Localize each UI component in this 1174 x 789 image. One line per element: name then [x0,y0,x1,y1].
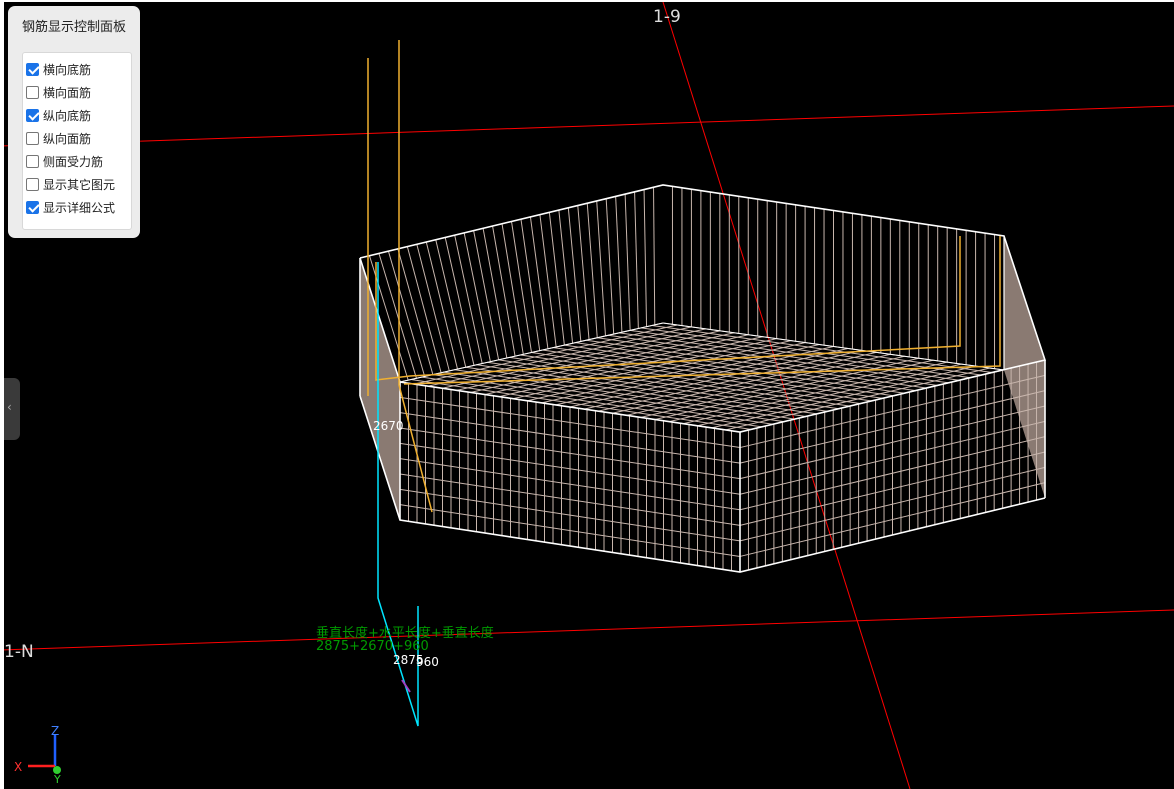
right-face-rebar [1004,236,1045,498]
back-wall-rebar [634,191,639,329]
back-wall-rebar [596,200,606,336]
option-label-3: 纵向面筋 [43,131,92,146]
back-wall-rebar [406,246,442,373]
chevron-left-icon: ‹ [7,400,12,414]
back-wall-rebar [548,212,565,346]
back-wall-rebar [501,223,524,355]
back-wall-rebar [624,194,631,331]
back-wall-rebar [511,221,532,353]
option-label-4: 侧面受力筋 [43,154,104,169]
option-label-0: 横向底筋 [43,62,92,77]
dimension-label-2670: 2670 [373,419,404,433]
back-wall-rebar [387,251,426,377]
option-label-2: 纵向底筋 [43,108,92,123]
3d-viewport[interactable]: 1-9 1-N 2670 2875 960 垂直长度+水平长度+垂直长度 2875+2670… [4,2,1174,789]
option-checkbox-2[interactable] [26,108,39,122]
option-row-4[interactable]: 侧面受力筋 [26,151,103,171]
axis-label-1-N: 1-N [4,642,34,662]
option-label-1: 横向面筋 [43,85,92,100]
back-wall-rebar [435,239,467,368]
rebar-3d-scene[interactable]: 1-91-N26702875960垂直长度+水平长度+垂直长度2875+2670… [4,2,1174,789]
gizmo-y-label: Y [53,773,61,786]
selected-rebar-marker [401,679,411,693]
option-checkbox-5[interactable] [26,177,39,191]
gizmo-x-label: X [14,760,22,774]
back-wall-rebar [653,187,656,325]
option-label-6: 显示详细公式 [43,200,116,215]
option-row-0[interactable]: 横向底筋 [26,59,91,79]
option-label-5: 显示其它图元 [43,177,116,192]
back-wall-rebar [643,189,648,327]
option-row-6[interactable]: 显示详细公式 [26,197,115,217]
back-wall-rebar [397,248,434,375]
back-wall-rebar [539,214,557,348]
dimension-label-960: 960 [416,655,439,669]
option-checkbox-4[interactable] [26,154,39,168]
option-row-3[interactable]: 纵向面筋 [26,128,91,148]
option-checkbox-1[interactable] [26,85,39,99]
option-row-1[interactable]: 横向面筋 [26,82,91,102]
collapse-panel-tab[interactable]: ‹ [4,378,20,440]
highlight-rebar [403,236,1001,385]
axis-label-1-9: 1-9 [653,7,681,27]
panel-options: 横向底筋横向面筋纵向底筋纵向面筋侧面受力筋显示其它图元 显示详细公式 [22,52,132,230]
back-wall-rebar [586,203,598,338]
option-checkbox-0[interactable] [26,62,39,76]
rebar-display-control-panel: 钢筋显示控制面板 横向底筋横向面筋纵向底筋纵向面筋侧面受力筋显示其它图元 显示详细… [8,6,140,238]
back-wall-rebar [615,196,623,333]
gizmo-z-label: Z [51,724,59,738]
back-wall-rebar [416,244,450,372]
option-checkbox-3[interactable] [26,131,39,145]
back-wall-rebar [492,225,516,357]
back-wall-rebar [529,216,549,349]
axis-line-horizontal-bottom [4,609,1174,651]
option-checkbox-6[interactable] [26,200,39,214]
panel-title: 钢筋显示控制面板 [21,20,126,35]
back-wall-rebar [520,219,541,351]
formula-values: 2875+2670+960 [316,639,429,654]
axis-line-horizontal-top [4,105,1174,147]
slab-top-outline [359,184,1047,433]
option-row-2[interactable]: 纵向底筋 [26,105,91,125]
back-wall-rebar [577,205,590,340]
back-wall-rebar [605,198,615,335]
option-row-5[interactable]: 显示其它图元 [26,174,115,194]
back-wall-rebar [425,241,459,370]
left-face-rebar [360,258,400,520]
